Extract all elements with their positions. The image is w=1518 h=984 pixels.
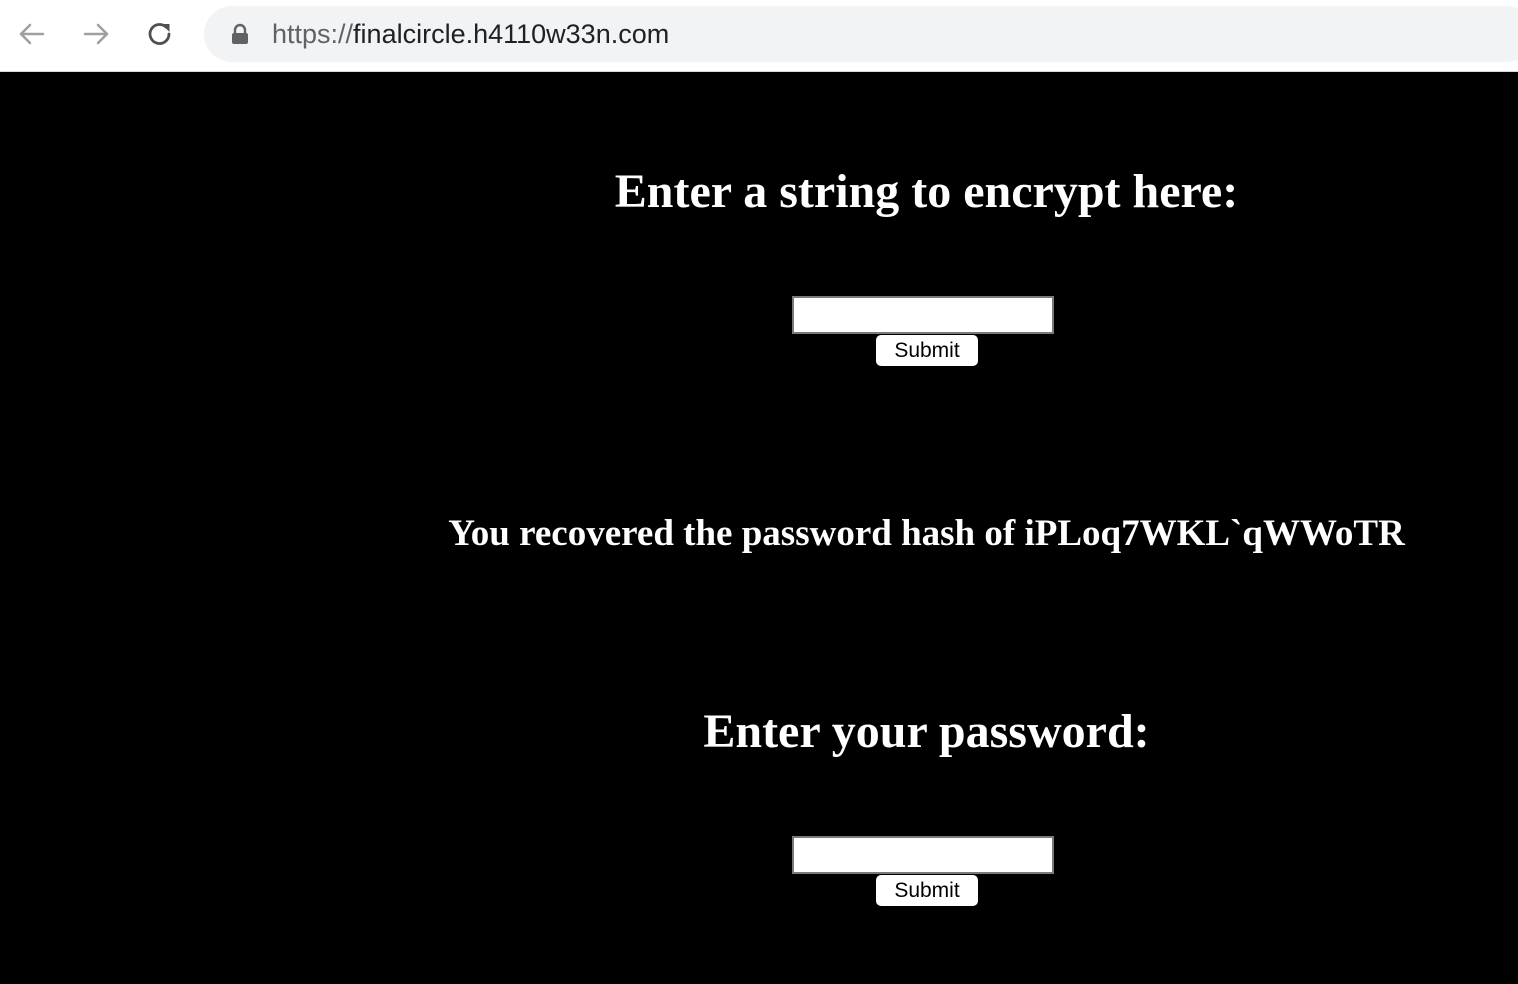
password-heading: Enter your password: — [703, 705, 1150, 758]
url-scheme: https:// — [272, 19, 354, 49]
encrypt-input[interactable] — [792, 296, 1054, 334]
hash-result-message: You recovered the password hash of iPLoq… — [448, 513, 1405, 554]
browser-toolbar: https://finalcircle.h4110w33n.com — [0, 0, 1518, 72]
back-button[interactable] — [12, 14, 52, 54]
url-text: https://finalcircle.h4110w33n.com — [272, 19, 669, 49]
lock-icon — [232, 23, 248, 44]
url-host: finalcircle.h4110w33n.com — [353, 19, 670, 49]
forward-button[interactable] — [76, 14, 116, 54]
encrypt-heading: Enter a string to encrypt here: — [614, 165, 1239, 218]
encrypt-submit-button[interactable]: Submit — [876, 335, 978, 366]
address-bar[interactable]: https://finalcircle.h4110w33n.com — [204, 6, 1518, 62]
password-input[interactable] — [792, 836, 1054, 874]
arrow-left-icon — [19, 23, 45, 45]
reload-button[interactable] — [140, 14, 180, 54]
arrow-right-icon — [83, 23, 109, 45]
reload-icon — [148, 23, 171, 45]
page-content: Enter a string to encrypt here: Submit Y… — [0, 72, 1518, 984]
password-submit-button[interactable]: Submit — [876, 875, 978, 906]
